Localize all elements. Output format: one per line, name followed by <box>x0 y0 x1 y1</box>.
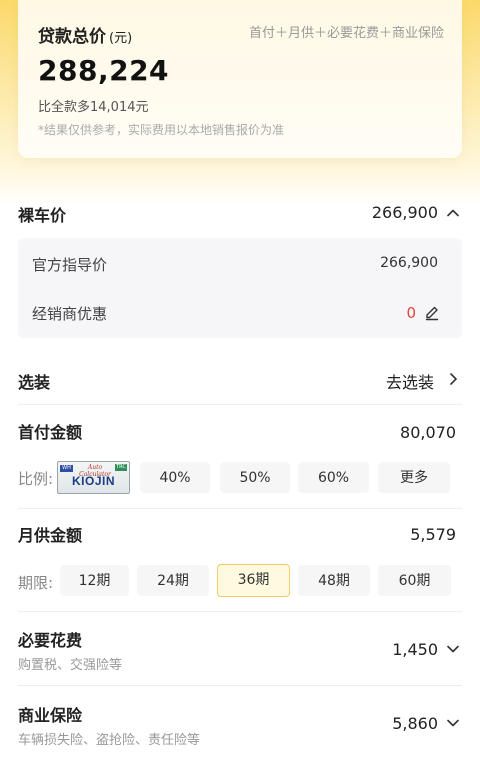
loan-total-title-text: 贷款总价 <box>38 27 106 47</box>
down-payment-label: 首付金额 <box>18 423 83 442</box>
term-option-36-selected[interactable]: 36期 <box>217 564 290 597</box>
term-option-48[interactable]: 48期 <box>298 565 370 596</box>
divider <box>18 404 462 405</box>
term-option-60[interactable]: 60期 <box>378 565 451 596</box>
bare-price-detail-panel: 官方指导价 266,900 经销商优惠 0 <box>18 238 462 338</box>
insurance-label: 商业保险 <box>18 706 83 725</box>
divider <box>18 508 462 509</box>
divider <box>18 611 462 612</box>
loan-compare-text: 比全款多14,014元 <box>38 100 149 115</box>
chevron-down-icon[interactable] <box>446 642 460 656</box>
chevron-down-icon[interactable] <box>446 716 460 730</box>
bare-price-label: 裸车价 <box>18 206 67 225</box>
required-fees-value[interactable]: 1,450 <box>392 640 438 659</box>
plate-tag-right: TRC <box>115 464 127 471</box>
chevron-up-icon[interactable] <box>446 206 460 220</box>
plate-main-text: KIOJIN <box>71 474 115 488</box>
insurance-value[interactable]: 5,860 <box>392 714 438 733</box>
license-plate-image: WH Auto Calculator TRC KIOJIN <box>57 461 130 494</box>
guide-price-value: 266,900 <box>380 255 438 271</box>
monthly-payment-value: 5,579 <box>410 525 456 544</box>
chevron-right-icon[interactable] <box>446 372 460 386</box>
go-options-link[interactable]: 去选装 <box>386 369 434 393</box>
bare-price-value[interactable]: 266,900 <box>372 203 438 222</box>
loan-total-title: 贷款总价 (元) <box>38 22 132 47</box>
ratio-option-40[interactable]: 40% <box>140 462 210 493</box>
ratio-option-more[interactable]: 更多 <box>378 462 450 493</box>
edit-pencil-icon[interactable] <box>424 305 440 321</box>
monthly-payment-label: 月供金额 <box>18 526 83 545</box>
ratio-label: 比例: <box>18 470 54 488</box>
loan-disclaimer: *结果仅供参考，实际费用以本地销售报价为准 <box>38 123 285 137</box>
ratio-option-60[interactable]: 60% <box>298 462 369 493</box>
insurance-sub: 车辆损失险、盗抢险、责任险等 <box>18 733 201 748</box>
divider <box>18 685 462 686</box>
plate-tag-left: WH <box>60 465 73 472</box>
term-option-24[interactable]: 24期 <box>137 565 209 596</box>
loan-total-value: 288,224 <box>38 54 170 87</box>
ratio-option-50[interactable]: 50% <box>220 462 290 493</box>
dealer-discount-label: 经销商优惠 <box>32 305 108 323</box>
required-fees-label: 必要花费 <box>18 631 83 650</box>
required-fees-sub: 购置税、交强险等 <box>18 658 123 673</box>
dealer-discount-value[interactable]: 0 <box>406 304 416 322</box>
term-option-12[interactable]: 12期 <box>60 565 129 596</box>
down-payment-value: 80,070 <box>400 423 456 442</box>
loan-total-unit: (元) <box>109 31 133 46</box>
loan-summary-card: 贷款总价 (元) 首付＋月供＋必要花费＋商业保险 288,224 比全款多14,0… <box>18 0 462 158</box>
options-label: 选装 <box>18 373 51 392</box>
loan-formula: 首付＋月供＋必要花费＋商业保险 <box>248 26 444 41</box>
guide-price-label: 官方指导价 <box>32 256 108 274</box>
term-label: 期限: <box>18 574 54 592</box>
